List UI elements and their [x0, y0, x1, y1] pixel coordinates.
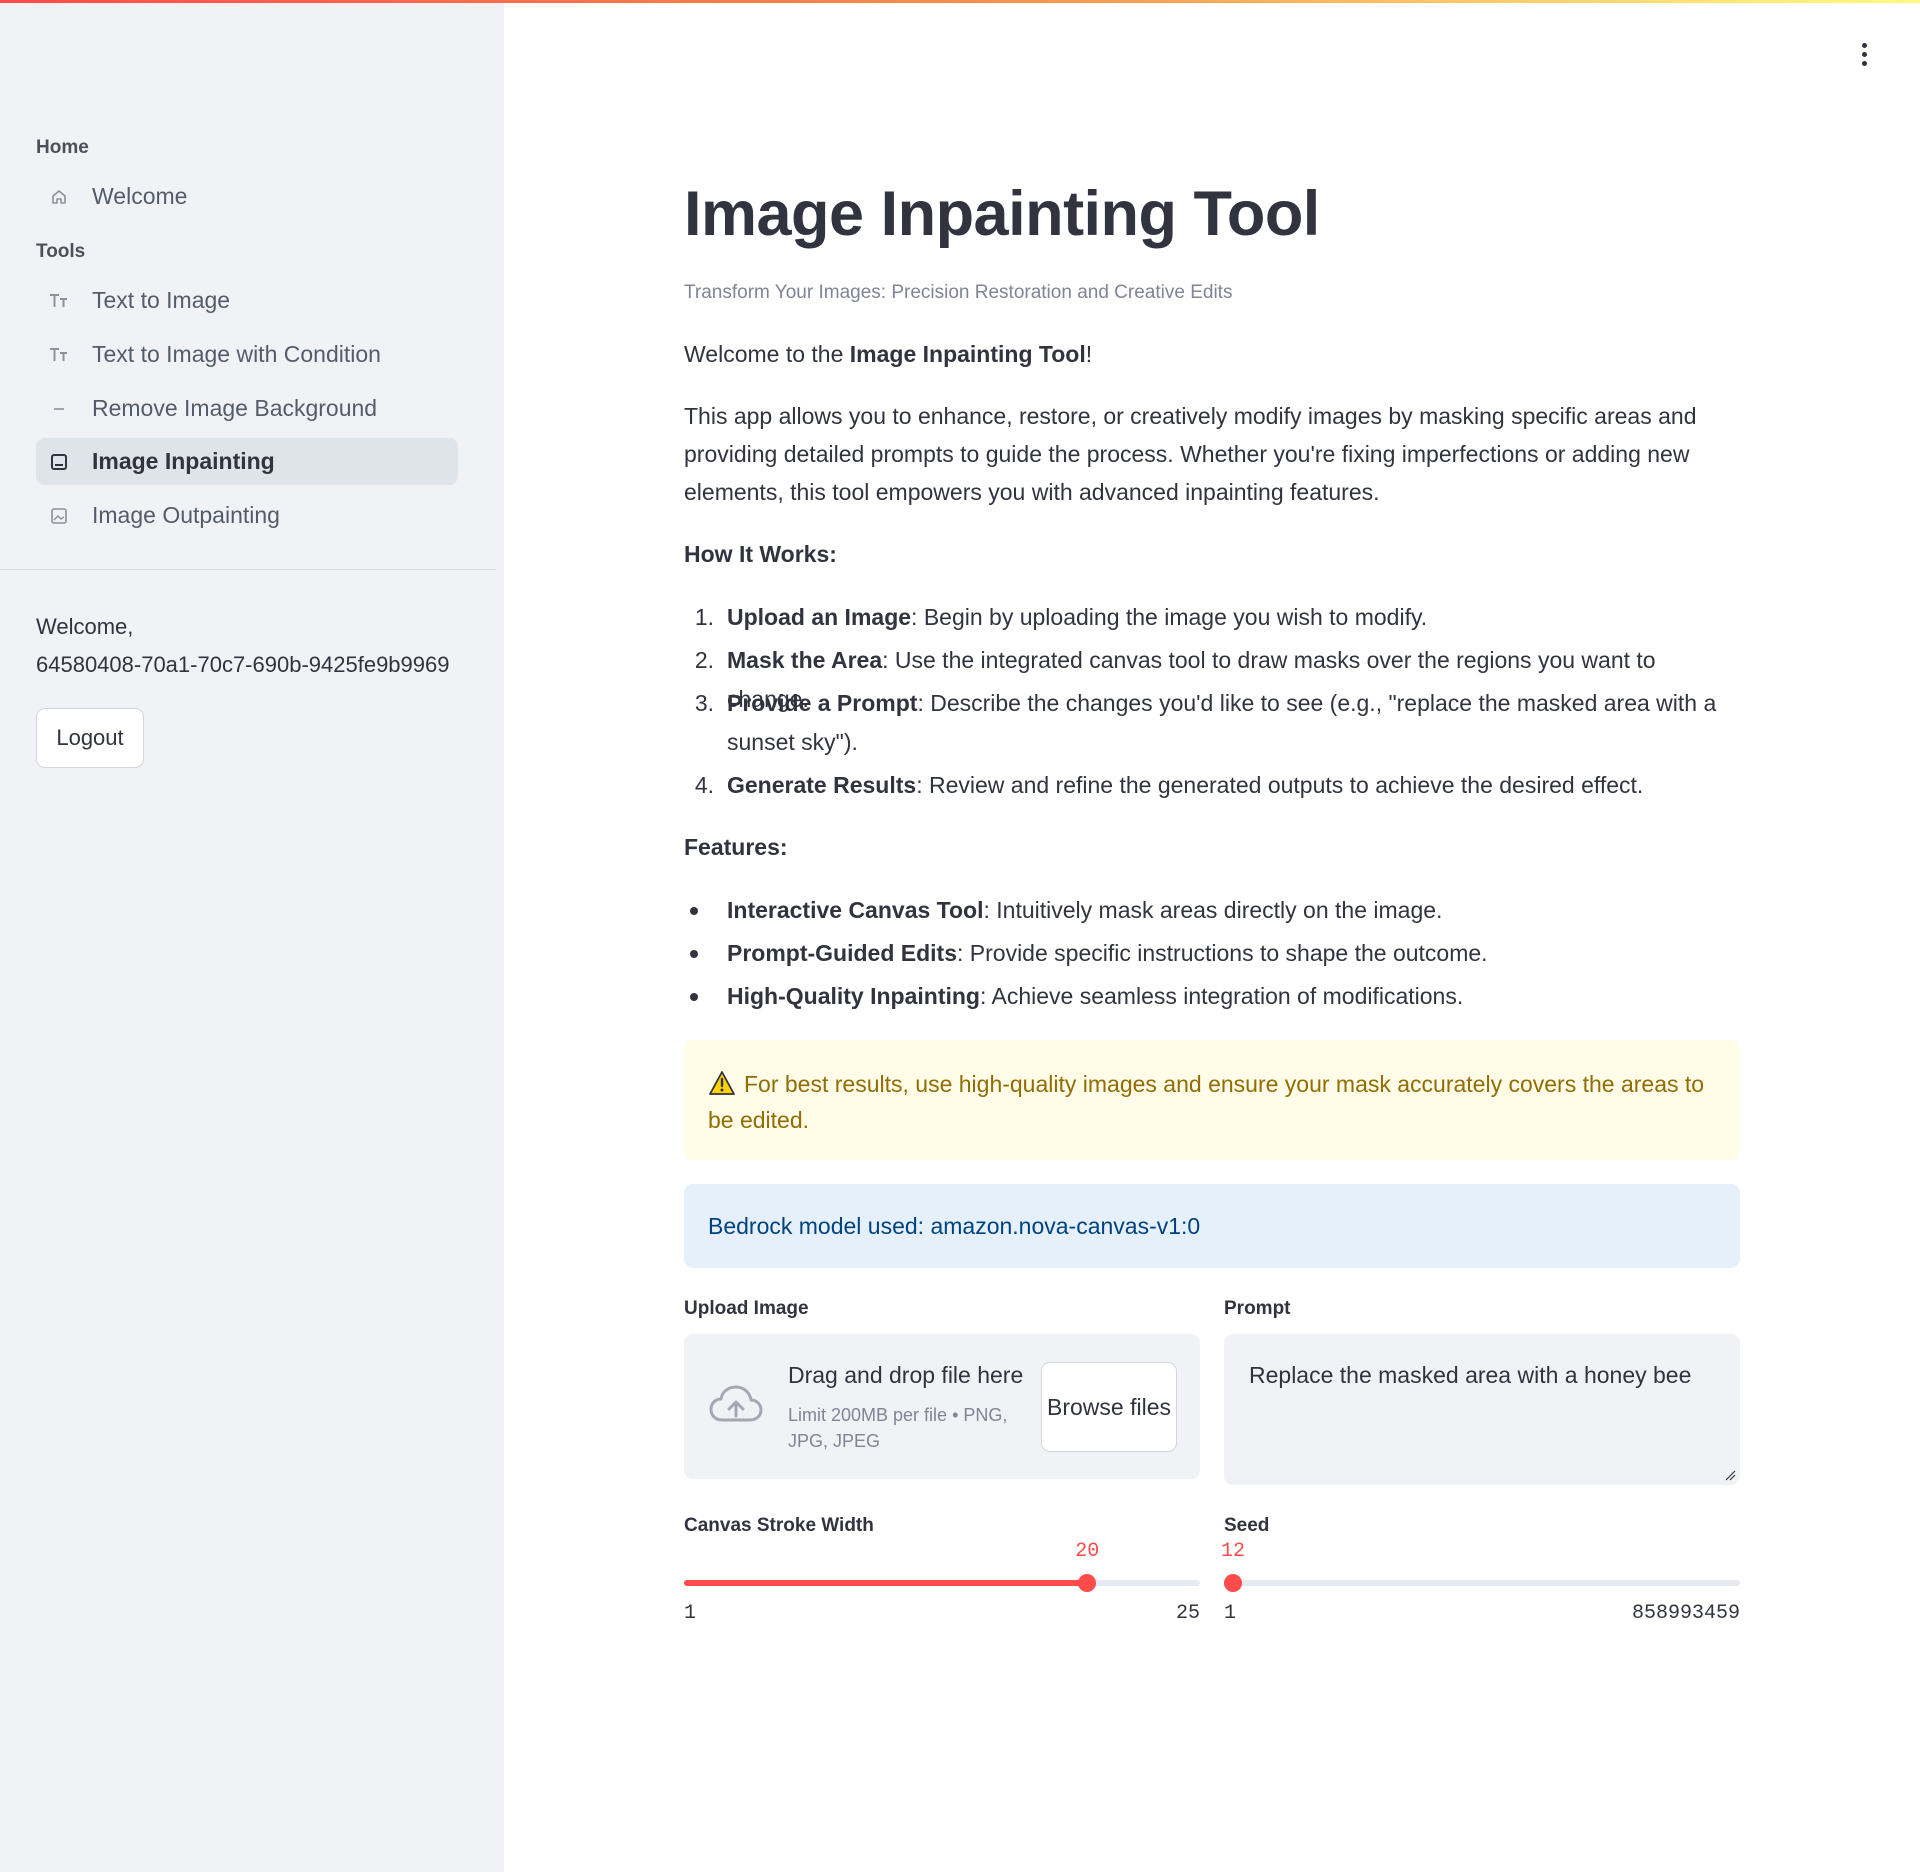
sidebar-item-welcome[interactable]: Welcome	[36, 173, 458, 220]
feature-title: Prompt-Guided Edits	[727, 940, 957, 966]
list-item: 4. Generate Results: Review and refine th…	[684, 766, 1740, 805]
file-uploader-dropzone[interactable]: Drag and drop file here Limit 200MB per …	[684, 1334, 1200, 1479]
image-icon	[48, 451, 70, 473]
sidebar-item-label: Image Outpainting	[92, 502, 280, 528]
feature-title: High-Quality Inpainting	[727, 983, 980, 1009]
page-title: Image Inpainting Tool	[684, 179, 1320, 249]
seed-slider[interactable]: 12 1 858993459	[1220, 1540, 1740, 1630]
slider-thumb[interactable]	[1078, 1574, 1097, 1592]
intro-text: Welcome to the Image Inpainting Tool!	[684, 335, 1740, 373]
home-icon	[48, 186, 70, 208]
step-number: 2.	[694, 647, 714, 673]
sidebar-item-label: Text to Image	[92, 287, 231, 313]
list-item: 3. Provide a Prompt: Describe the changes…	[684, 684, 1740, 762]
list-item: 1. Upload an Image: Begin by uploading th…	[684, 598, 1740, 637]
info-text: Bedrock model used: amazon.nova-canvas-v…	[708, 1212, 1201, 1239]
slider-fill	[684, 1580, 1088, 1586]
sidebar: Home Welcome Tools Text to Image Text to…	[0, 0, 504, 1872]
slider-min: 1	[1224, 1602, 1237, 1625]
features-heading: Features:	[684, 834, 788, 860]
top-decoration-bar	[0, 0, 1920, 3]
slider-track[interactable]	[1224, 1580, 1740, 1586]
step-text: : Review and refine the generated output…	[916, 772, 1644, 798]
nav-section-tools: Tools	[36, 241, 86, 262]
logout-button[interactable]: Logout	[36, 708, 144, 768]
slider-value: 12	[1220, 1540, 1246, 1563]
image-icon	[48, 505, 70, 527]
prompt-input[interactable]: Replace the masked area with a honey bee	[1224, 1334, 1740, 1485]
list-item: High-Quality Inpainting: Achieve seamles…	[684, 977, 1740, 1016]
step-title: Upload an Image	[727, 604, 912, 630]
feature-title: Interactive Canvas Tool	[727, 897, 984, 923]
description-text: This app allows you to enhance, restore,…	[684, 403, 1697, 505]
step-number: 3.	[694, 690, 714, 716]
stroke-width-label: Canvas Stroke Width	[684, 1515, 874, 1536]
nav-section-home: Home	[36, 137, 89, 158]
bullet	[690, 993, 698, 1001]
step-title: Mask the Area	[727, 647, 883, 673]
text-size-icon	[48, 344, 70, 366]
intro-suffix: !	[1085, 341, 1093, 367]
sidebar-item-label: Text to Image with Condition	[92, 341, 381, 367]
user-id: 64580408-70a1-70c7-690b-9425fe9b9969	[36, 652, 450, 677]
stroke-width-slider[interactable]: 20 1 25	[684, 1540, 1200, 1630]
browse-files-button[interactable]: Browse files	[1041, 1362, 1177, 1452]
intro-bold: Image Inpainting Tool	[849, 341, 1086, 367]
upload-instructions: Drag and drop file here	[788, 1362, 1024, 1388]
step-text: : Begin by uploading the image you wish …	[911, 604, 1428, 630]
seed-label: Seed	[1224, 1515, 1270, 1536]
upload-image-label: Upload Image	[684, 1298, 809, 1319]
user-welcome: Welcome, 64580408-70a1-70c7-690b-9425fe9…	[36, 608, 449, 684]
slider-min: 1	[684, 1602, 697, 1625]
upload-limit-text: Limit 200MB per file • PNG, JPG, JPEG	[788, 1405, 1008, 1451]
sidebar-item-text-to-image[interactable]: Text to Image	[36, 277, 458, 324]
step-title: Provide a Prompt	[727, 690, 918, 716]
step-number: 1.	[694, 604, 714, 630]
sidebar-item-text-to-image-with-condition[interactable]: Text to Image with Condition	[36, 331, 458, 378]
bullet	[690, 907, 698, 915]
feature-text: : Intuitively mask areas directly on the…	[983, 897, 1443, 923]
warning-icon	[709, 1071, 735, 1095]
list-item: Prompt-Guided Edits: Provide specific in…	[684, 934, 1740, 973]
warning-alert: For best results, use high-quality image…	[684, 1040, 1740, 1160]
feature-text: : Provide specific instructions to shape…	[957, 940, 1488, 966]
sidebar-divider	[0, 569, 496, 570]
main-menu-icon[interactable]	[1852, 40, 1876, 68]
sidebar-item-label: Image Inpainting	[92, 448, 275, 474]
step-title: Generate Results	[727, 772, 917, 798]
intro-prefix: Welcome to the	[684, 341, 850, 367]
welcome-label: Welcome,	[36, 614, 134, 639]
sidebar-item-remove-image-background[interactable]: Remove Image Background	[36, 385, 458, 432]
feature-text: : Achieve seamless integration of modifi…	[979, 983, 1464, 1009]
page-subtitle: Transform Your Images: Precision Restora…	[684, 282, 1233, 303]
sidebar-item-image-outpainting[interactable]: Image Outpainting	[36, 492, 458, 539]
slider-value: 20	[1075, 1540, 1100, 1563]
list-item: Interactive Canvas Tool: Intuitively mas…	[684, 891, 1740, 930]
sidebar-item-label: Remove Image Background	[92, 395, 378, 421]
cloud-upload-icon	[709, 1385, 763, 1422]
how-it-works-heading: How It Works:	[684, 541, 837, 567]
prompt-label: Prompt	[1224, 1298, 1291, 1319]
info-alert: Bedrock model used: amazon.nova-canvas-v…	[684, 1184, 1740, 1268]
slider-max: 858993459	[1631, 1602, 1740, 1625]
sidebar-item-image-inpainting[interactable]: Image Inpainting	[36, 438, 458, 485]
slider-max: 25	[1175, 1602, 1200, 1625]
text-size-icon	[48, 290, 70, 312]
slider-thumb[interactable]	[1224, 1574, 1242, 1592]
dash-icon	[48, 398, 70, 420]
sidebar-item-label: Welcome	[92, 183, 188, 209]
resize-handle-icon[interactable]	[1724, 1469, 1736, 1481]
bullet	[690, 950, 698, 958]
warning-text: For best results, use high-quality image…	[708, 1071, 1705, 1133]
step-number: 4.	[694, 772, 714, 798]
